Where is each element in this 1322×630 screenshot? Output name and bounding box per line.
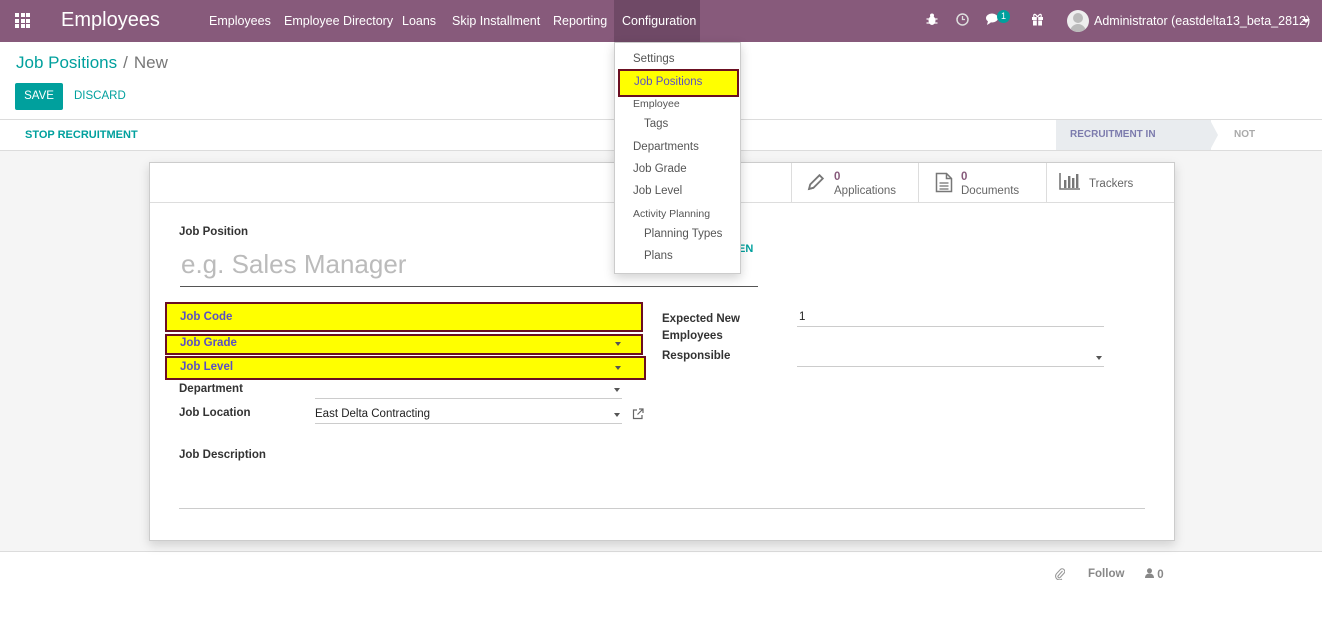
clock-icon[interactable]	[956, 13, 969, 29]
job-grade-label: Job Grade	[180, 337, 237, 349]
user-caret-icon	[1302, 19, 1310, 23]
stage-recruitment-in-progress[interactable]: RECRUITMENT IN PROGRESS	[1056, 120, 1211, 170]
job-position-label: Job Position	[179, 226, 248, 238]
dd-settings[interactable]: Settings	[633, 53, 675, 65]
user-avatar[interactable]	[1067, 10, 1089, 32]
department-select[interactable]	[315, 381, 622, 399]
stage-arrow	[1210, 120, 1218, 150]
user-menu[interactable]: Administrator (eastdelta13_beta_2812)	[1094, 14, 1310, 28]
dd-job-positions-label: Job Positions	[634, 76, 703, 88]
menu-skip-installment[interactable]: Skip Installment	[444, 0, 548, 42]
stop-recruitment-button[interactable]: STOP RECRUITMENT	[25, 129, 138, 141]
department-label: Department	[179, 383, 243, 395]
breadcrumb: Job Positions / New	[16, 53, 168, 73]
bug-icon[interactable]	[926, 13, 938, 29]
job-description-field[interactable]	[179, 508, 1145, 509]
pencil-icon	[806, 172, 826, 198]
job-description-label: Job Description	[179, 449, 266, 461]
follow-button[interactable]: Follow	[1088, 568, 1124, 580]
applications-smart-button[interactable]: 0 Applications	[791, 163, 918, 202]
dd-departments[interactable]: Departments	[633, 141, 699, 153]
followers-count: 0	[1157, 569, 1164, 581]
responsible-caret-icon	[1096, 356, 1102, 360]
breadcrumb-separator: /	[123, 53, 128, 72]
trackers-label: Trackers	[1089, 178, 1134, 190]
breadcrumb-parent[interactable]: Job Positions	[16, 53, 117, 72]
job-code-highlight[interactable]: Job Code	[165, 302, 643, 332]
dd-tags[interactable]: Tags	[644, 118, 668, 130]
responsible-label: Responsible	[662, 350, 731, 362]
menu-reporting[interactable]: Reporting	[545, 0, 615, 42]
job-code-label: Job Code	[180, 311, 233, 323]
breadcrumb-current: New	[133, 53, 168, 72]
trackers-smart-button[interactable]: Trackers	[1046, 163, 1174, 202]
dd-planning-types[interactable]: Planning Types	[644, 228, 722, 240]
applications-label: Applications	[834, 185, 897, 197]
dd-job-positions[interactable]: Job Positions	[618, 69, 739, 97]
job-location-caret-icon	[614, 413, 620, 417]
menu-configuration[interactable]: Configuration	[614, 0, 700, 42]
job-location-label: Job Location	[179, 407, 251, 419]
expected-employees-value: 1	[799, 311, 806, 323]
job-level-caret-icon	[615, 366, 621, 370]
followers-button[interactable]: 0	[1145, 568, 1164, 581]
dd-employee-header: Employee	[633, 98, 680, 110]
apps-grid-icon[interactable]	[15, 13, 32, 28]
stage-not-recruiting[interactable]: NOT RECRUITING	[1220, 120, 1322, 170]
job-level-highlight[interactable]: Job Level	[165, 356, 646, 380]
user-icon	[1145, 568, 1154, 578]
discard-button[interactable]: DISCARD	[74, 90, 126, 102]
chat-badge: 1	[997, 10, 1011, 23]
save-button[interactable]: SAVE	[15, 83, 63, 110]
dd-plans[interactable]: Plans	[644, 250, 673, 262]
expected-employees-label: Expected New Employees	[662, 313, 740, 342]
documents-label: Documents	[961, 185, 1020, 197]
app-brand[interactable]: Employees	[61, 9, 160, 32]
dd-job-level[interactable]: Job Level	[633, 185, 682, 197]
job-level-label: Job Level	[180, 361, 234, 373]
job-grade-caret-icon	[615, 342, 621, 346]
job-location-select[interactable]: East Delta Contracting	[315, 406, 622, 424]
gift-icon[interactable]	[1031, 13, 1044, 29]
dd-activity-header: Activity Planning	[633, 208, 711, 220]
bar-chart-icon	[1059, 172, 1081, 196]
job-location-value: East Delta Contracting	[315, 408, 431, 420]
applications-count: 0	[834, 171, 841, 183]
top-navbar: Employees Employees Employee Directory L…	[0, 0, 1322, 42]
department-caret-icon	[614, 388, 620, 392]
paperclip-icon[interactable]	[1055, 567, 1066, 583]
job-grade-highlight[interactable]: Job Grade	[165, 334, 643, 355]
configuration-dropdown: Settings Job Positions Employee Tags Dep…	[614, 42, 741, 274]
documents-smart-button[interactable]: 0 Documents	[918, 163, 1046, 202]
documents-count: 0	[961, 171, 968, 183]
document-icon	[935, 172, 953, 199]
external-link-icon[interactable]	[632, 408, 644, 423]
dd-job-grade[interactable]: Job Grade	[633, 163, 687, 175]
menu-employees[interactable]: Employees	[201, 0, 279, 42]
responsible-select[interactable]	[797, 349, 1104, 367]
menu-loans[interactable]: Loans	[394, 0, 444, 42]
menu-employee-directory[interactable]: Employee Directory	[276, 0, 401, 42]
expected-employees-input[interactable]: 1	[797, 309, 1104, 327]
